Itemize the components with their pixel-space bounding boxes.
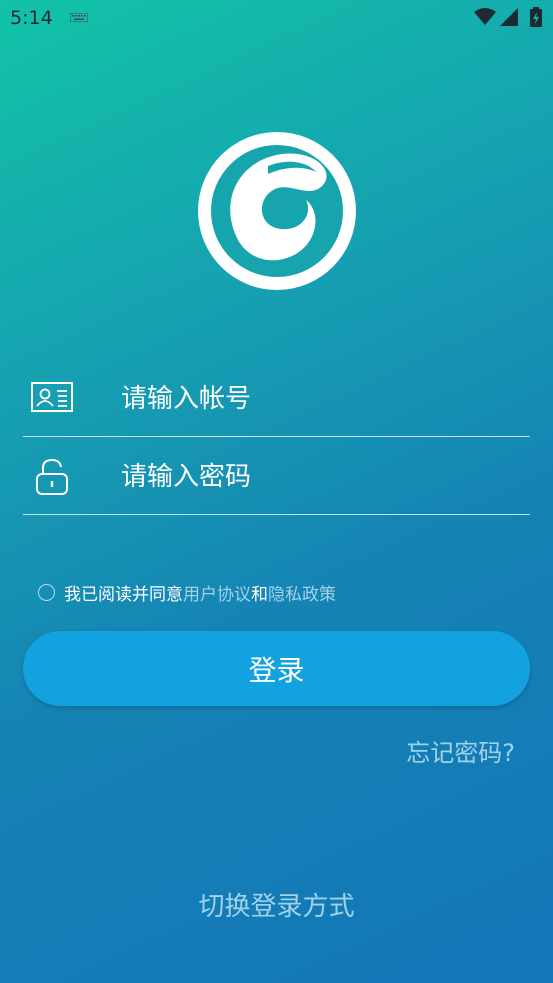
user-agreement-link[interactable]: 用户协议: [183, 580, 251, 605]
keyboard-icon: [70, 13, 88, 22]
password-row: [23, 444, 530, 515]
agreement-prefix: 我已阅读并同意: [64, 584, 183, 605]
forgot-password-link[interactable]: 忘记密码?: [406, 733, 515, 768]
agreement-row: 我已阅读并同意 用户协议 和 隐私政策: [38, 580, 336, 605]
status-bar: 5:14: [0, 0, 553, 36]
login-button[interactable]: 登录: [23, 631, 530, 706]
agreement-checkbox[interactable]: [38, 583, 55, 601]
lock-icon: [36, 458, 68, 495]
app-logo: [198, 132, 356, 290]
password-input[interactable]: [121, 458, 521, 496]
id-card-icon: [31, 382, 73, 412]
wifi-icon: [474, 8, 496, 25]
account-row: [23, 366, 530, 437]
account-input[interactable]: [121, 380, 521, 418]
agreement-and: 和: [251, 584, 268, 605]
battery-icon: [530, 7, 542, 27]
switch-login-method-link[interactable]: 切换登录方式: [0, 886, 553, 923]
signal-icon: [500, 8, 518, 26]
status-time: 5:14: [10, 7, 53, 29]
privacy-policy-link[interactable]: 隐私政策: [268, 580, 336, 605]
